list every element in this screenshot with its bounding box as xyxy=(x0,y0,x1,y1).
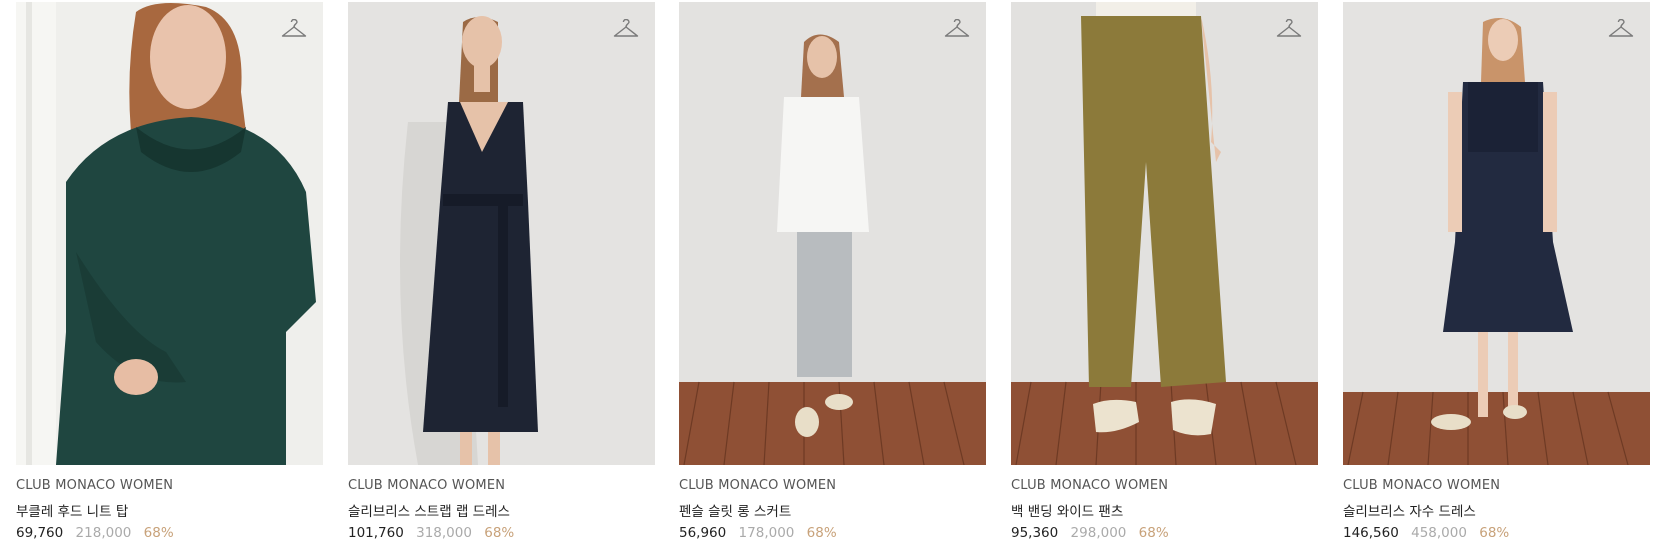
product-name[interactable]: 부클레 후드 니트 탑 xyxy=(16,500,128,520)
brand-name: CLUB MONACO WOMEN xyxy=(1011,478,1169,493)
discount-rate: 68% xyxy=(806,525,837,541)
hanger-icon[interactable] xyxy=(1608,19,1634,41)
brand-name: CLUB MONACO WOMEN xyxy=(16,478,174,493)
hanger-icon[interactable] xyxy=(944,19,970,41)
product-image[interactable] xyxy=(1343,2,1650,465)
sale-price: 101,760 xyxy=(348,525,404,541)
product-card[interactable]: CLUB MONACO WOMEN 슬리브리스 자수 드레스 146,560 4… xyxy=(1343,2,1650,547)
sale-price: 56,960 xyxy=(679,525,727,541)
price-row: 56,960 178,000 68% xyxy=(679,525,837,541)
price-row: 101,760 318,000 68% xyxy=(348,525,514,541)
product-card[interactable]: CLUB MONACO WOMEN 부클레 후드 니트 탑 69,760 218… xyxy=(16,2,323,547)
product-image[interactable] xyxy=(1011,2,1318,465)
product-name[interactable]: 펜슬 슬릿 롱 스커트 xyxy=(679,500,791,520)
product-image[interactable] xyxy=(16,2,323,465)
original-price: 458,000 xyxy=(1411,525,1467,541)
original-price: 218,000 xyxy=(75,525,132,541)
hanger-icon[interactable] xyxy=(1276,19,1302,41)
product-name[interactable]: 슬리브리스 스트랩 랩 드레스 xyxy=(348,500,510,520)
price-row: 95,360 298,000 68% xyxy=(1011,525,1169,541)
brand-name: CLUB MONACO WOMEN xyxy=(679,478,837,493)
discount-rate: 68% xyxy=(143,525,174,541)
sale-price: 69,760 xyxy=(16,525,64,541)
product-image[interactable] xyxy=(348,2,655,465)
price-row: 146,560 458,000 68% xyxy=(1343,525,1509,541)
original-price: 298,000 xyxy=(1070,525,1127,541)
sale-price: 146,560 xyxy=(1343,525,1399,541)
original-price: 318,000 xyxy=(416,525,472,541)
product-name[interactable]: 슬리브리스 자수 드레스 xyxy=(1343,500,1476,520)
product-card[interactable]: CLUB MONACO WOMEN 백 밴딩 와이드 팬츠 95,360 298… xyxy=(1011,2,1318,547)
discount-rate: 68% xyxy=(484,525,515,541)
brand-name: CLUB MONACO WOMEN xyxy=(348,478,506,493)
sale-price: 95,360 xyxy=(1011,525,1059,541)
product-grid: CLUB MONACO WOMEN 부클레 후드 니트 탑 69,760 218… xyxy=(0,0,1654,552)
hanger-icon[interactable] xyxy=(613,19,639,41)
original-price: 178,000 xyxy=(738,525,795,541)
product-image[interactable] xyxy=(679,2,986,465)
hanger-icon[interactable] xyxy=(281,19,307,41)
product-card[interactable]: CLUB MONACO WOMEN 펜슬 슬릿 롱 스커트 56,960 178… xyxy=(679,2,986,547)
product-name[interactable]: 백 밴딩 와이드 팬츠 xyxy=(1011,500,1123,520)
brand-name: CLUB MONACO WOMEN xyxy=(1343,478,1501,493)
discount-rate: 68% xyxy=(1138,525,1169,541)
price-row: 69,760 218,000 68% xyxy=(16,525,174,541)
product-card[interactable]: CLUB MONACO WOMEN 슬리브리스 스트랩 랩 드레스 101,76… xyxy=(348,2,655,547)
discount-rate: 68% xyxy=(1479,525,1510,541)
